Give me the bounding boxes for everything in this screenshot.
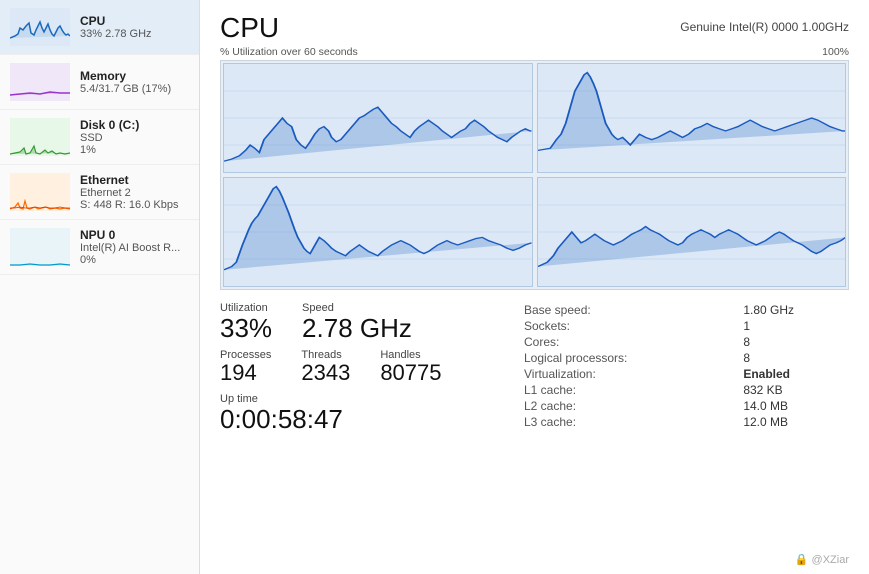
- ethernet-sparkline-thumb: [10, 173, 70, 211]
- info-value: 1: [739, 318, 849, 334]
- cpu-chart-0: [223, 63, 533, 173]
- chart-label-row: % Utilization over 60 seconds 100%: [220, 46, 849, 58]
- cpu-name: CPU: [80, 14, 152, 28]
- utilization-value: 33%: [220, 314, 272, 343]
- utilization-speed-row: Utilization 33% Speed 2.78 GHz: [220, 302, 500, 343]
- speed-block: Speed 2.78 GHz: [302, 302, 412, 343]
- stats-right: Base speed:1.80 GHzSockets:1Cores:8Logic…: [500, 302, 849, 433]
- info-table-row: Cores:8: [520, 334, 849, 350]
- cpu-charts-grid: [220, 60, 849, 290]
- disk-sub2: 1%: [80, 144, 139, 156]
- uptime-label: Up time: [220, 393, 500, 405]
- npu-sub2: 0%: [80, 254, 180, 266]
- info-table-row: L3 cache:12.0 MB: [520, 414, 849, 430]
- cpu-chart-2: [223, 177, 533, 287]
- info-value: 12.0 MB: [739, 414, 849, 430]
- sidebar-item-disk[interactable]: Disk 0 (C:) SSD 1%: [0, 110, 199, 165]
- memory-sparkline-thumb: [10, 63, 70, 101]
- uptime-block: Up time 0:00:58:47: [220, 393, 500, 434]
- info-label: Logical processors:: [520, 350, 739, 366]
- info-value: Enabled: [739, 366, 849, 382]
- info-value: 832 KB: [739, 382, 849, 398]
- info-label: Sockets:: [520, 318, 739, 334]
- info-label: Base speed:: [520, 302, 739, 318]
- info-value: 8: [739, 334, 849, 350]
- threads-block: Threads 2343: [301, 349, 350, 385]
- threads-label: Threads: [301, 349, 350, 361]
- info-label: L3 cache:: [520, 414, 739, 430]
- utilization-block: Utilization 33%: [220, 302, 272, 343]
- info-table-row: Logical processors:8: [520, 350, 849, 366]
- ethernet-sub2: S: 448 R: 16.0 Kbps: [80, 199, 178, 211]
- cpu-info-table: Base speed:1.80 GHzSockets:1Cores:8Logic…: [520, 302, 849, 430]
- info-table-row: L1 cache:832 KB: [520, 382, 849, 398]
- info-value: 1.80 GHz: [739, 302, 849, 318]
- sidebar-item-cpu[interactable]: CPU 33% 2.78 GHz: [0, 0, 199, 55]
- disk-name: Disk 0 (C:): [80, 118, 139, 132]
- info-label: Cores:: [520, 334, 739, 350]
- disk-sub1: SSD: [80, 132, 139, 144]
- info-label: L1 cache:: [520, 382, 739, 398]
- sidebar-item-npu[interactable]: NPU 0 Intel(R) AI Boost R... 0%: [0, 220, 199, 275]
- npu-name: NPU 0: [80, 228, 180, 242]
- page-title: CPU: [220, 12, 279, 44]
- memory-sub: 5.4/31.7 GB (17%): [80, 83, 171, 95]
- handles-label: Handles: [380, 349, 441, 361]
- sidebar-item-ethernet[interactable]: Ethernet Ethernet 2 S: 448 R: 16.0 Kbps: [0, 165, 199, 220]
- info-value: 8: [739, 350, 849, 366]
- info-value: 14.0 MB: [739, 398, 849, 414]
- cpu-info: CPU 33% 2.78 GHz: [80, 14, 152, 40]
- npu-sparkline-thumb: [10, 228, 70, 266]
- processes-label: Processes: [220, 349, 271, 361]
- info-table-row: Base speed:1.80 GHz: [520, 302, 849, 318]
- cpu-model: Genuine Intel(R) 0000 1.00GHz: [680, 12, 849, 34]
- handles-block: Handles 80775: [380, 349, 441, 385]
- watermark: 🔒 @XZiar: [795, 553, 849, 566]
- sidebar-item-memory[interactable]: Memory 5.4/31.7 GB (17%): [0, 55, 199, 110]
- sidebar: CPU 33% 2.78 GHz Memory 5.4/31.7 GB (17%…: [0, 0, 200, 574]
- uptime-value: 0:00:58:47: [220, 405, 500, 434]
- main-header: CPU Genuine Intel(R) 0000 1.00GHz: [220, 12, 849, 44]
- ethernet-info: Ethernet Ethernet 2 S: 448 R: 16.0 Kbps: [80, 173, 178, 211]
- threads-value: 2343: [301, 361, 350, 385]
- memory-info: Memory 5.4/31.7 GB (17%): [80, 69, 171, 95]
- processes-value: 194: [220, 361, 271, 385]
- info-label: L2 cache:: [520, 398, 739, 414]
- info-table-row: L2 cache:14.0 MB: [520, 398, 849, 414]
- stats-section: Utilization 33% Speed 2.78 GHz Processes…: [220, 302, 849, 433]
- cpu-chart-1: [537, 63, 847, 173]
- chart-label-text: % Utilization over 60 seconds: [220, 46, 358, 58]
- handles-value: 80775: [380, 361, 441, 385]
- cpu-sub: 33% 2.78 GHz: [80, 28, 152, 40]
- disk-sparkline-thumb: [10, 118, 70, 156]
- memory-name: Memory: [80, 69, 171, 83]
- main-panel: CPU Genuine Intel(R) 0000 1.00GHz % Util…: [200, 0, 869, 574]
- npu-info: NPU 0 Intel(R) AI Boost R... 0%: [80, 228, 180, 266]
- processes-threads-handles-row: Processes 194 Threads 2343 Handles 80775: [220, 349, 500, 385]
- ethernet-name: Ethernet: [80, 173, 178, 187]
- ethernet-sub1: Ethernet 2: [80, 187, 178, 199]
- speed-value: 2.78 GHz: [302, 314, 412, 343]
- info-label: Virtualization:: [520, 366, 739, 382]
- cpu-chart-3: [537, 177, 847, 287]
- cpu-sparkline-thumb: [10, 8, 70, 46]
- stats-left: Utilization 33% Speed 2.78 GHz Processes…: [220, 302, 500, 433]
- info-table-row: Virtualization:Enabled: [520, 366, 849, 382]
- chart-max-label: 100%: [822, 46, 849, 58]
- processes-block: Processes 194: [220, 349, 271, 385]
- disk-info: Disk 0 (C:) SSD 1%: [80, 118, 139, 156]
- info-table-row: Sockets:1: [520, 318, 849, 334]
- npu-sub1: Intel(R) AI Boost R...: [80, 242, 180, 254]
